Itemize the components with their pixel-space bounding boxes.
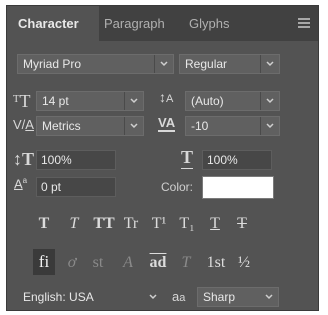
swash-button[interactable]: A (117, 254, 139, 272)
vertical-scale-field[interactable]: 100% (36, 150, 116, 170)
chevron-down-icon (260, 55, 279, 73)
font-family-value: Myriad Pro (23, 57, 82, 71)
tab-character[interactable]: Character (18, 16, 79, 31)
tab-glyphs[interactable]: Glyphs (189, 16, 229, 31)
font-style-value: Regular (185, 57, 228, 71)
discretionary-ligatures-button[interactable]: ơ (61, 254, 83, 272)
font-style-dropdown[interactable]: Regular (179, 54, 280, 74)
chevron-down-icon (124, 92, 143, 110)
vertical-scale-icon: ↕T (13, 149, 35, 169)
character-panel: Character Paragraph Glyphs Myriad Pro Re… (6, 5, 319, 290)
language-value: English: USA (23, 290, 94, 304)
faux-italic-button[interactable]: T (63, 215, 85, 233)
chevron-down-icon (260, 92, 279, 110)
leading-dropdown[interactable]: (Auto) (185, 91, 280, 111)
antialias-icon: aa (172, 289, 186, 304)
tracking-dropdown[interactable]: -10 (185, 116, 280, 136)
antialias-dropdown[interactable]: Sharp (197, 287, 279, 307)
font-size-dropdown[interactable]: 14 pt (36, 91, 144, 111)
tracking-value: -10 (191, 119, 209, 133)
tab-paragraph[interactable]: Paragraph (104, 16, 165, 31)
all-caps-button[interactable]: TT (91, 215, 117, 233)
small-caps-button[interactable]: Tr (120, 215, 142, 233)
leading-value: (Auto) (191, 94, 224, 108)
horizontal-scale-icon: T (181, 147, 194, 169)
panel-menu-icon[interactable] (298, 18, 310, 28)
horizontal-scale-field[interactable]: 100% (202, 150, 272, 170)
color-label: Color: (161, 180, 194, 194)
chevron-down-icon (154, 55, 173, 73)
faux-bold-button[interactable]: T (33, 215, 55, 233)
tracking-icon: VA (158, 115, 176, 132)
language-dropdown[interactable]: English: USA (17, 287, 163, 307)
chevron-down-icon (144, 288, 162, 306)
panel-footer-row: English: USA aa Sharp (6, 284, 319, 311)
chevron-down-icon (260, 117, 279, 135)
ordinals-button[interactable]: 1st (203, 254, 229, 272)
chevron-down-icon (124, 117, 143, 135)
baseline-shift-icon: Aa (14, 176, 28, 192)
contextual-alternates-button[interactable]: st (87, 254, 109, 272)
fractions-button[interactable]: ½ (233, 254, 255, 272)
ligatures-button[interactable]: fi (33, 249, 55, 275)
antialias-value: Sharp (203, 290, 236, 304)
superscript-button[interactable]: T¹ (148, 215, 170, 233)
underline-button[interactable]: T (204, 215, 226, 233)
font-family-dropdown[interactable]: Myriad Pro (17, 54, 174, 74)
strikethrough-button[interactable]: T (231, 215, 253, 233)
leading-icon: ↕A (159, 89, 174, 105)
kerning-value: Metrics (42, 119, 81, 133)
font-size-icon: ᵀT (13, 91, 31, 111)
color-swatch[interactable] (202, 176, 274, 199)
font-size-value: 14 pt (42, 94, 69, 108)
titling-alternates-button[interactable]: T (175, 254, 197, 272)
tab-bar: Character Paragraph Glyphs (7, 6, 318, 41)
chevron-down-icon (260, 288, 278, 306)
baseline-shift-field[interactable]: 0 pt (36, 177, 116, 197)
subscript-button[interactable]: T₁ (176, 215, 198, 233)
stylistic-alternates-button[interactable]: ad (147, 254, 169, 272)
kerning-dropdown[interactable]: Metrics (36, 116, 144, 136)
kerning-icon: V/A (13, 117, 34, 132)
